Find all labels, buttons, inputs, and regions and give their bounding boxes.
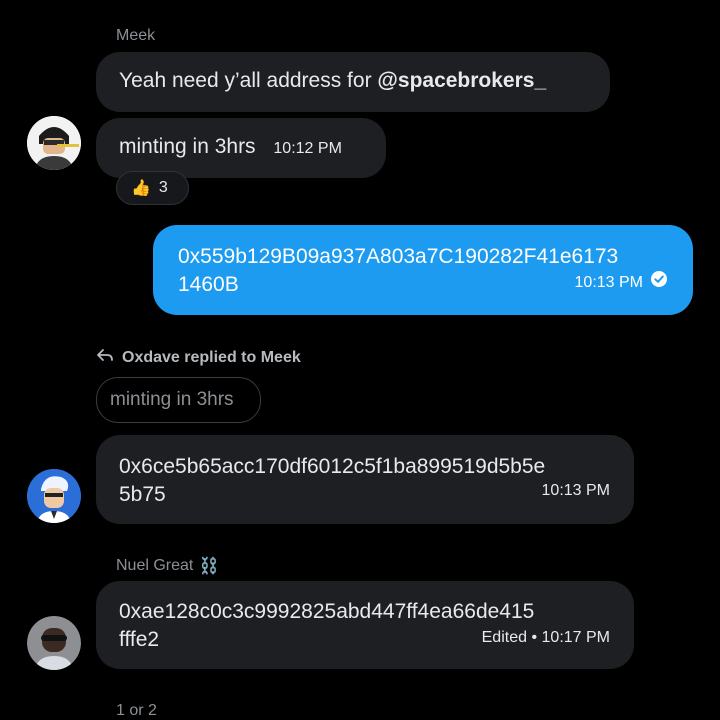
- avatar-meek[interactable]: [27, 116, 81, 170]
- message-timestamp: 10:13 PM: [541, 482, 610, 499]
- message-text-line: 0xae128c0c3c9992825abd447ff4ea66de415: [119, 600, 535, 623]
- edited-label: Edited: [481, 629, 527, 646]
- quoted-message[interactable]: minting in 3hrs: [96, 377, 261, 423]
- sent-check-icon: [651, 269, 667, 297]
- message-text-line: 0x559b129B09a937A803a7C190282F41e6173: [178, 245, 619, 268]
- avatar-oxdave[interactable]: [27, 469, 81, 523]
- reply-arrow-icon: [96, 347, 114, 368]
- message-timestamp: 10:17 PM: [541, 629, 610, 646]
- chain-icon: ⛓️: [199, 558, 220, 575]
- thumbs-up-icon: 👍: [131, 180, 151, 197]
- message-bubble[interactable]: Yeah need y’all address for @spacebroker…: [96, 52, 610, 112]
- reaction-badge[interactable]: 👍 3: [116, 171, 189, 205]
- sender-name: 1 or 2: [116, 702, 157, 719]
- message-bubble[interactable]: 0xae128c0c3c9992825abd447ff4ea66de415 ff…: [96, 581, 634, 669]
- reply-header: Oxdave replied to Meek: [96, 347, 301, 368]
- sender-name: Meek: [116, 27, 156, 44]
- sender-name-row: Nuel Great ⛓️: [116, 556, 219, 576]
- outgoing-message-bubble[interactable]: 0x559b129B09a937A803a7C190282F41e6173 14…: [153, 225, 693, 315]
- reply-label: Oxdave replied to Meek: [122, 348, 301, 366]
- message-timestamp: 10:13 PM: [574, 274, 643, 291]
- message-bubble[interactable]: minting in 3hrs 10:12 PM: [96, 118, 386, 178]
- message-text: Yeah need y’all address for: [119, 69, 378, 92]
- mention-link[interactable]: @spacebrokers_: [377, 69, 546, 92]
- message-bubble[interactable]: 0x6ce5b65acc170df6012c5f1ba899519d5b5e 5…: [96, 435, 634, 524]
- message-timestamp: 10:12 PM: [273, 140, 342, 157]
- message-text: minting in 3hrs: [119, 135, 256, 158]
- sender-name: Nuel Great: [116, 557, 194, 574]
- avatar-nuel[interactable]: [27, 616, 81, 670]
- reaction-count: 3: [158, 179, 168, 196]
- separator-dot: •: [531, 629, 538, 646]
- quoted-text: minting in 3hrs: [110, 389, 234, 410]
